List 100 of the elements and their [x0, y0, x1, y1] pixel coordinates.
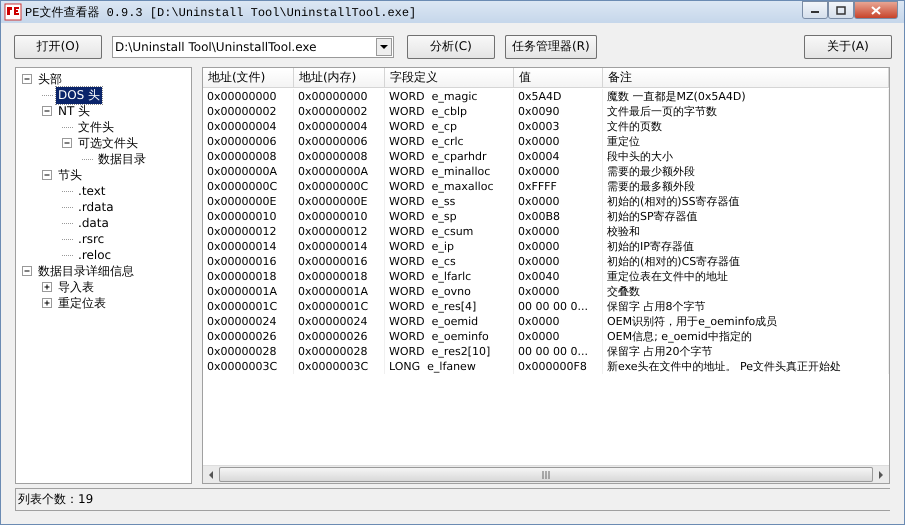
table-cell: 0x0000003C [207, 360, 278, 373]
column-header[interactable]: 字段定义 [385, 68, 514, 87]
close-button[interactable] [854, 1, 898, 19]
column-header[interactable]: 值 [514, 68, 603, 87]
table-cell: 0x00000016 [298, 255, 368, 268]
table-cell: WORD e_cs [389, 255, 456, 268]
maximize-icon [836, 6, 846, 14]
tree-item[interactable]: DOS 头 [56, 86, 102, 104]
table-cell: 重定位表在文件中的地址 [607, 270, 728, 283]
table-cell: 0x00000026 [298, 330, 368, 343]
collapse-icon[interactable] [62, 138, 73, 148]
item-count-text: 列表个数：19 [18, 491, 94, 508]
table-cell: 0x00000014 [207, 240, 276, 253]
tree-item[interactable]: .data [76, 216, 111, 230]
task-manager-button[interactable]: 任务管理器(R) [505, 34, 597, 58]
table-cell: 初始的(相对的)CS寄存器值 [607, 255, 740, 268]
horizontal-scrollbar[interactable] [203, 465, 889, 483]
table-cell: 0x0000000C [207, 180, 278, 193]
tree-item[interactable]: 数据目录详细信息 [36, 262, 136, 280]
column-header[interactable]: 备注 [603, 68, 889, 87]
table-cell: WORD e_ovno [389, 285, 471, 298]
collapse-icon[interactable] [42, 170, 53, 180]
table-cell: WORD e_ss [389, 195, 456, 208]
table-cell: 0xFFFF [518, 180, 557, 193]
column-header[interactable]: 地址(文件) [203, 68, 294, 87]
table-cell: 0x00000018 [207, 270, 276, 283]
table-cell: 0x0040 [518, 270, 560, 283]
table-cell: 0x0000 [518, 165, 560, 178]
tree-item[interactable]: .reloc [76, 248, 114, 262]
table-cell: WORD e_maxalloc [389, 180, 494, 193]
table-cell: 需要的最少额外段 [607, 165, 695, 178]
table-cell: 初始的IP寄存器值 [607, 240, 694, 253]
table-cell: 0x0000000E [298, 195, 368, 208]
table-cell: 魔数 一直都是MZ(0x5A4D) [607, 90, 746, 103]
tree-item[interactable]: .rdata [76, 200, 116, 214]
table-cell: 0x00000008 [298, 150, 368, 163]
grip-icon [542, 470, 550, 478]
table-cell: 0x0000 [518, 225, 560, 238]
table-cell: 0x0000 [518, 285, 560, 298]
analyze-button[interactable]: 分析(C) [407, 34, 495, 58]
close-icon [871, 6, 881, 14]
table-cell: 0x00000002 [298, 105, 368, 118]
open-button[interactable]: 打开(O) [14, 34, 102, 58]
expand-icon[interactable] [42, 282, 53, 292]
table-cell: 段中头的大小 [607, 150, 673, 163]
table-cell: 0x5A4D [518, 90, 562, 103]
table-cell: WORD e_res[4] [389, 300, 476, 313]
table-cell: WORD e_cparhdr [389, 150, 486, 163]
table-cell: 0x00000018 [298, 270, 368, 283]
collapse-icon[interactable] [42, 106, 53, 116]
tree-item[interactable]: 数据目录 [96, 150, 148, 168]
window-title: PE文件查看器 0.9.3 [D:\Uninstall Tool\UninstallTool.exe] [25, 4, 416, 20]
table-cell: 重定位 [607, 135, 640, 148]
app-icon [4, 3, 22, 21]
table-cell: WORD e_oemid [389, 315, 478, 328]
table-cell: WORD e_oeminfo [389, 330, 489, 343]
table-cell: 0x00000004 [298, 120, 368, 133]
tree-item[interactable]: 节头 [56, 166, 84, 184]
table-cell: 0x00000002 [207, 105, 276, 118]
collapse-icon[interactable] [22, 74, 33, 84]
table-cell: 00 00 00 0... [518, 300, 588, 313]
file-path-combo[interactable]: D:\Uninstall Tool\UninstallTool.exe [112, 36, 394, 58]
minimize-button[interactable] [802, 1, 828, 19]
scroll-thumb[interactable] [219, 467, 873, 482]
table-cell: 0x0000000A [298, 165, 368, 178]
table-cell: 0x0000001A [298, 285, 368, 298]
file-path-value: D:\Uninstall Tool\UninstallTool.exe [115, 40, 317, 54]
tree-item[interactable]: NT 头 [56, 102, 92, 120]
table-cell: 0x0003 [518, 120, 560, 133]
table-cell: 保留字 占用20个字节 [607, 345, 712, 358]
tree-item[interactable]: 头部 [36, 70, 64, 88]
table-cell: WORD e_crlc [389, 135, 464, 148]
table-cell: 初始的(相对的)SS寄存器值 [607, 195, 740, 208]
about-button[interactable]: 关于(A) [804, 34, 892, 58]
tree-item[interactable]: .rsrc [76, 232, 106, 246]
table-cell: 文件的页数 [607, 120, 662, 133]
table-cell: 文件最后一页的字节数 [607, 105, 717, 118]
table-cell: 保留字 占用8个字节 [607, 300, 706, 313]
table-cell: WORD e_csum [389, 225, 474, 238]
table-cell: 需要的最多额外段 [607, 180, 695, 193]
tree-item[interactable]: 可选文件头 [76, 134, 140, 152]
table-cell: LONG e_lfanew [389, 360, 476, 373]
table-cell: 0x00000006 [298, 135, 368, 148]
tree-item[interactable]: 文件头 [76, 118, 116, 136]
table-cell: 0x00000010 [207, 210, 276, 223]
table-cell: OEM识别符，用于e_oeminfo成员 [607, 315, 778, 328]
table-cell: 0x00000024 [298, 315, 368, 328]
table-cell: 0x0000 [518, 315, 560, 328]
table-cell: 0x0000 [518, 135, 560, 148]
tree-item[interactable]: .text [76, 184, 108, 198]
tree-item[interactable]: 重定位表 [56, 294, 108, 312]
column-header[interactable]: 地址(内存) [294, 68, 385, 87]
table-cell: 0x00000028 [207, 345, 276, 358]
maximize-button[interactable] [828, 1, 854, 19]
table-cell: WORD e_magic [389, 90, 478, 103]
tree-item[interactable]: 导入表 [56, 278, 96, 296]
table-cell: 初始的SP寄存器值 [607, 210, 698, 223]
expand-icon[interactable] [42, 298, 53, 308]
collapse-icon[interactable] [22, 266, 33, 276]
table-cell: 0x00000008 [207, 150, 276, 163]
